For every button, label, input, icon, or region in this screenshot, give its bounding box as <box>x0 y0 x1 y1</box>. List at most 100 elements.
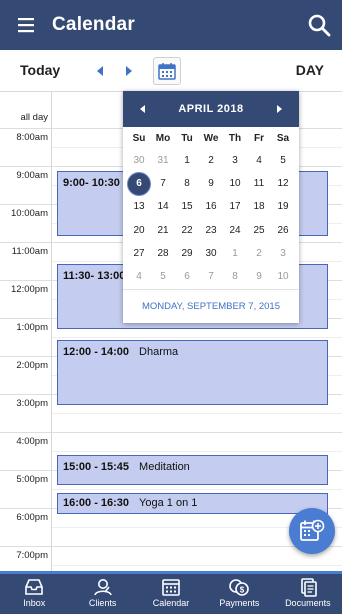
calendar-event[interactable]: 12:00 - 14:00 Dharma <box>57 340 328 405</box>
calendar-day[interactable]: 25 <box>247 220 271 242</box>
calendar-day[interactable]: 8 <box>175 173 199 195</box>
add-calendar-icon <box>300 519 325 541</box>
calendar-day[interactable]: 21 <box>151 220 175 242</box>
calendar-day[interactable]: 15 <box>175 196 199 218</box>
today-button[interactable]: Today <box>20 62 60 78</box>
calendar-day[interactable]: 26 <box>271 220 295 242</box>
time-label: 9:00am <box>16 170 48 181</box>
calendar-day[interactable]: 10 <box>271 266 295 288</box>
date-picker-button[interactable] <box>153 57 181 85</box>
weekday-label: We <box>203 132 219 144</box>
calendar-week: 4 5 6 7 8 9 10 <box>123 265 299 288</box>
calendar-icon <box>158 63 176 80</box>
calendar-day[interactable]: 1 <box>175 150 199 172</box>
calendar-day[interactable]: 6 <box>175 266 199 288</box>
calendar-day[interactable]: 7 <box>151 173 175 195</box>
nav-label: Clients <box>88 598 117 608</box>
selected-date-footer[interactable]: MONDAY, SEPTEMBER 7, 2015 <box>123 289 299 323</box>
app-header: Calendar <box>0 0 342 50</box>
selected-day-label: 6 <box>128 172 150 195</box>
calendar-day[interactable]: 28 <box>151 243 175 265</box>
calendar-week: 30 31 1 2 3 4 5 <box>123 149 299 172</box>
view-mode-selector[interactable]: DAY <box>296 62 324 78</box>
date-picker-header: APRIL 2018 <box>123 91 299 127</box>
calendar-day[interactable]: 4 <box>127 266 151 288</box>
grid-line <box>52 337 342 338</box>
clients-icon <box>93 579 112 596</box>
calendar-day[interactable]: 24 <box>223 220 247 242</box>
page-title: Calendar <box>52 14 135 35</box>
nav-clients[interactable]: Clients <box>68 574 136 614</box>
date-toolbar: Today DAY <box>0 50 342 92</box>
time-label: 5:00pm <box>16 474 48 485</box>
hamburger-menu-icon[interactable] <box>0 0 52 50</box>
calendar-day[interactable]: 4 <box>247 150 271 172</box>
calendar-day[interactable]: 3 <box>271 243 295 265</box>
nav-payments[interactable]: $ Payments <box>205 574 273 614</box>
weekday-label: Sa <box>276 132 290 144</box>
calendar-day[interactable]: 31 <box>151 150 175 172</box>
calendar-event[interactable]: 15:00 - 15:45 Meditation <box>57 455 328 485</box>
time-label: 4:00pm <box>16 436 48 447</box>
calendar-day[interactable]: 19 <box>271 196 295 218</box>
calendar-day[interactable]: 30 <box>199 243 223 265</box>
calendar-week: 6 7 8 9 10 11 12 <box>123 172 299 195</box>
weekday-header: Su Mo Tu We Th Fr Sa <box>123 127 299 149</box>
date-picker-popup: APRIL 2018 Su Mo Tu We Th Fr Sa 30 31 1 … <box>123 91 299 323</box>
calendar-event[interactable]: 16:00 - 16:30 Yoga 1 on 1 <box>57 493 328 514</box>
previous-month-icon[interactable] <box>137 103 149 115</box>
calendar-day[interactable]: 9 <box>199 173 223 195</box>
time-label: 11:00am <box>11 246 48 257</box>
nav-label: Payments <box>219 598 260 608</box>
calendar-day[interactable]: 14 <box>151 196 175 218</box>
documents-icon <box>301 578 317 597</box>
next-day-icon[interactable] <box>121 64 135 78</box>
calendar-day[interactable]: 12 <box>271 173 295 195</box>
next-month-icon[interactable] <box>273 103 285 115</box>
calendar-day[interactable]: 5 <box>151 266 175 288</box>
calendar-day[interactable]: 8 <box>223 266 247 288</box>
calendar-day-selected[interactable]: 6 <box>127 172 151 195</box>
calendar-day[interactable]: 9 <box>247 266 271 288</box>
calendar-day[interactable]: 18 <box>247 196 271 218</box>
nav-calendar[interactable]: Calendar <box>137 574 205 614</box>
calendar-day[interactable]: 2 <box>247 243 271 265</box>
weekday-label: Tu <box>181 132 193 144</box>
event-time: 12:00 - 14:00 <box>63 346 130 358</box>
calendar-day[interactable]: 7 <box>199 266 223 288</box>
time-label: 3:00pm <box>16 398 48 409</box>
event-time: 9:00- 10:30 <box>63 177 120 189</box>
calendar-day[interactable]: 5 <box>271 150 295 172</box>
calendar-day[interactable]: 1 <box>223 243 247 265</box>
time-label: 8:00am <box>16 132 48 143</box>
calendar-day[interactable]: 10 <box>223 173 247 195</box>
calendar-day[interactable]: 11 <box>247 173 271 195</box>
calendar-day[interactable]: 27 <box>127 243 151 265</box>
calendar-day[interactable]: 3 <box>223 150 247 172</box>
time-label: 12:00pm <box>11 284 48 295</box>
calendar-day[interactable]: 17 <box>223 196 247 218</box>
grid-line <box>0 432 342 433</box>
previous-day-icon[interactable] <box>94 64 108 78</box>
event-time: 11:30- 13:00 <box>63 270 126 282</box>
calendar-day[interactable]: 22 <box>175 220 199 242</box>
grid-line <box>0 546 342 547</box>
calendar-day[interactable]: 29 <box>175 243 199 265</box>
nav-label: Documents <box>285 598 331 608</box>
calendar-day[interactable]: 2 <box>199 150 223 172</box>
all-day-label: all day <box>20 112 48 123</box>
search-icon[interactable] <box>306 12 332 38</box>
calendar-day[interactable]: 16 <box>199 196 223 218</box>
event-title: Dharma <box>139 346 179 358</box>
grid-line <box>52 413 342 414</box>
calendar-day[interactable]: 23 <box>199 220 223 242</box>
nav-documents[interactable]: Documents <box>274 574 342 614</box>
calendar-day[interactable]: 20 <box>127 220 151 242</box>
grid-line <box>52 451 342 452</box>
calendar-day[interactable]: 13 <box>127 196 151 218</box>
weekday-label: Th <box>228 132 242 144</box>
add-appointment-button[interactable] <box>289 508 335 554</box>
calendar-day[interactable]: 30 <box>127 150 151 172</box>
payments-icon: $ <box>229 579 250 596</box>
nav-inbox[interactable]: Inbox <box>0 574 68 614</box>
